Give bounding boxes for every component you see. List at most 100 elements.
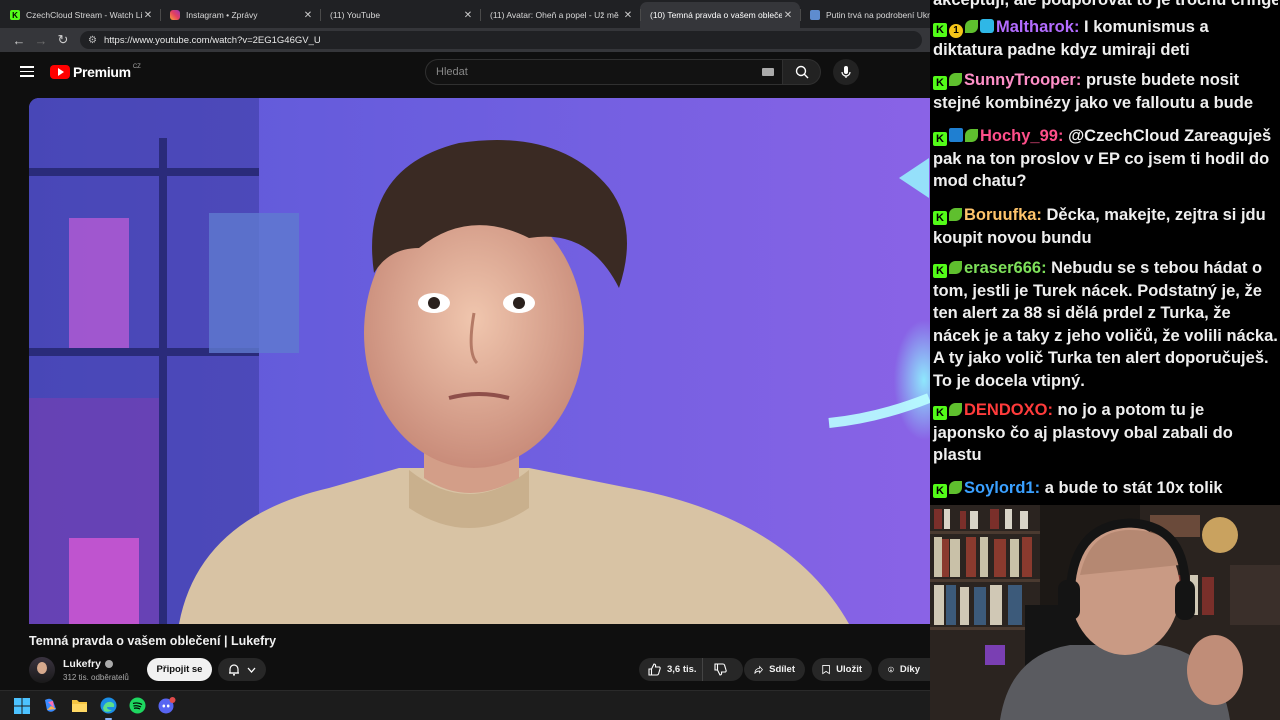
webcam-image: [930, 505, 1280, 720]
chat-text: Nebudu se s tebou hádat o tom, jestli je…: [933, 259, 1278, 390]
like-button[interactable]: 3,6 tis.: [639, 658, 703, 681]
thumbs-down-icon: [713, 663, 727, 676]
leaf-badge-icon: [949, 261, 962, 274]
thanks-button[interactable]: Díky: [878, 658, 930, 681]
logo-region: CZ: [132, 64, 141, 70]
webcam-feed: [930, 505, 1280, 720]
chat-message: K DENDOXO: no jo a potom tu je japonsko č…: [933, 399, 1278, 467]
forward-icon[interactable]: →: [30, 30, 52, 50]
thumbs-up-icon: [648, 663, 661, 676]
windows-taskbar: [0, 690, 930, 720]
instagram-icon: [170, 10, 180, 20]
join-button[interactable]: Připojit se: [147, 658, 212, 681]
keyboard-icon[interactable]: [762, 68, 774, 76]
tab-title: CzechCloud Stream - Watch Live o: [26, 10, 142, 20]
reload-icon[interactable]: ↻: [52, 30, 74, 50]
kick-badge-icon: K: [933, 484, 947, 498]
kick-badge-icon: K: [933, 264, 947, 278]
channel-avatar[interactable]: [29, 657, 55, 683]
chat-message-cut: akceptuji, ale podporovat to je trochu c…: [933, 0, 1278, 9]
kick-icon: K: [10, 10, 20, 20]
folder-icon: [72, 700, 87, 712]
page-icon: [810, 10, 820, 20]
search-button[interactable]: [783, 59, 821, 85]
address-bar: ← → ↻ ⚙ https://www.youtube.com/watch?v=…: [0, 28, 930, 52]
chat-username[interactable]: Soylord1: [964, 479, 1035, 497]
discord-logo-icon: [158, 697, 175, 714]
close-tab-icon[interactable]: ✕: [142, 10, 154, 21]
close-tab-icon[interactable]: ✕: [782, 10, 794, 21]
search-icon: [795, 65, 808, 79]
save-icon: [822, 665, 830, 675]
youtube-page: Premium CZ Hledat Temná pravda o vašem o…: [0, 52, 930, 690]
like-dislike-group: 3,6 tis.: [639, 658, 743, 681]
screen: K CzechCloud Stream - Watch Live o ✕ Ins…: [0, 0, 1280, 720]
close-tab-icon[interactable]: ✕: [622, 10, 634, 21]
bell-icon: [228, 664, 239, 676]
video-frame: [29, 98, 930, 624]
share-icon: [754, 664, 763, 674]
search-input[interactable]: Hledat: [425, 59, 783, 85]
stream-chat: akceptuji, ale podporovat to je trochu c…: [930, 0, 1280, 505]
chat-username[interactable]: eraser666: [964, 259, 1041, 277]
subscriber-count: 312 tis. odběratelů: [63, 673, 129, 682]
tab-strip: K CzechCloud Stream - Watch Live o ✕ Ins…: [0, 0, 930, 28]
spotify-icon[interactable]: [128, 696, 147, 715]
browser-tab[interactable]: K CzechCloud Stream - Watch Live o ✕: [0, 2, 160, 28]
chat-username[interactable]: Hochy_99: [980, 127, 1058, 145]
chat-username[interactable]: DENDOXO: [964, 401, 1047, 419]
edge-icon[interactable]: [99, 696, 118, 720]
browser-tab[interactable]: Instagram • Zprávy ✕: [160, 2, 320, 28]
video-title: Temná pravda o vašem oblečení | Lukefry: [29, 634, 277, 648]
copilot-icon[interactable]: [41, 696, 60, 715]
chat-message: Keraser666: Nebudu se s tebou hádat o to…: [933, 257, 1278, 392]
chat-colon: :: [1057, 127, 1069, 145]
file-explorer-icon[interactable]: [70, 696, 89, 715]
moderator-badge-icon: [949, 128, 963, 142]
chat-message: K 1 Maltharok: I komunismus a diktatura pa…: [933, 16, 1278, 61]
close-tab-icon[interactable]: ✕: [462, 10, 474, 21]
video-player[interactable]: [29, 98, 930, 624]
voice-search-button[interactable]: [833, 59, 859, 85]
kick-badge-icon: K: [933, 23, 947, 37]
back-icon[interactable]: ←: [8, 30, 30, 50]
chat-username[interactable]: SunnyTrooper: [964, 71, 1076, 89]
save-button[interactable]: Uložit: [812, 658, 872, 681]
windows-start-icon[interactable]: [12, 696, 31, 715]
tab-title: (11) Avatar: Oheň a popel - Už mě: [490, 10, 619, 20]
youtube-premium-logo[interactable]: Premium CZ: [50, 64, 141, 80]
save-label: Uložit: [836, 664, 862, 675]
share-button[interactable]: Sdílet: [744, 658, 805, 681]
chevron-down-icon: [247, 667, 256, 673]
browser-tab[interactable]: (11) YouTube ✕: [320, 2, 480, 28]
chat-username[interactable]: Boruufka: [964, 206, 1036, 224]
menu-icon[interactable]: [20, 66, 34, 77]
close-tab-icon[interactable]: ✕: [302, 10, 314, 21]
thanks-icon: [888, 666, 894, 673]
microphone-icon: [841, 66, 851, 78]
windows-logo-icon: [13, 697, 30, 714]
leaf-badge-icon: [949, 73, 962, 86]
channel-name[interactable]: Lukefry: [63, 658, 113, 670]
share-label: Sdílet: [769, 664, 795, 675]
discord-icon[interactable]: [157, 696, 176, 715]
tab-title: Instagram • Zprávy: [186, 10, 258, 20]
browser-tab[interactable]: (11) Avatar: Oheň a popel - Už mě ✕: [480, 2, 640, 28]
dislike-button[interactable]: [703, 663, 743, 676]
browser-tab[interactable]: Putin trvá na podrobení Ukraj: [800, 2, 930, 28]
notifications-button[interactable]: [218, 658, 266, 681]
chat-text: a bude to stát 10x tolik: [1044, 479, 1223, 497]
browser-tab-active[interactable]: (10) Temná pravda o vašem oblečen ✕: [640, 2, 800, 28]
url-field[interactable]: ⚙ https://www.youtube.com/watch?v=2EG1G4…: [80, 31, 922, 49]
thanks-label: Díky: [899, 664, 920, 675]
site-info-icon[interactable]: ⚙: [88, 35, 97, 46]
chat-username[interactable]: Maltharok: [996, 18, 1074, 36]
leaf-badge-icon: [949, 481, 962, 494]
logo-text: Premium: [73, 64, 131, 80]
kick-badge-icon: K: [933, 132, 947, 146]
tab-title: (11) YouTube: [330, 10, 381, 20]
sub-months-badge-icon: 1: [949, 24, 963, 38]
chat-message: K Boruufka: Děcka, makejte, zejtra si jdu…: [933, 204, 1278, 249]
edge-logo-icon: [100, 697, 117, 714]
chat-colon: :: [1034, 479, 1045, 497]
